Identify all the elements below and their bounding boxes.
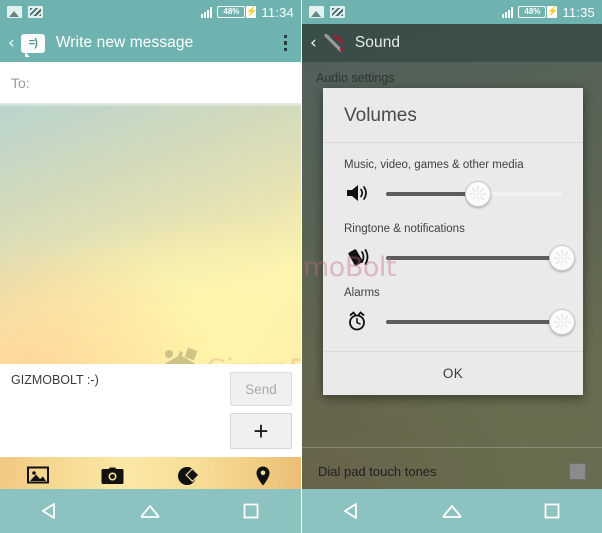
volume-group-ringtone: Ringtone & notifications bbox=[323, 217, 583, 281]
clock-label: 11:34 bbox=[261, 4, 294, 20]
status-bar-system: 48% ⚡ 11:34 bbox=[201, 5, 294, 20]
nav-home-button[interactable] bbox=[100, 489, 200, 533]
signal-icon bbox=[502, 6, 514, 18]
setting-row-label: Dial pad touch tones bbox=[318, 463, 437, 479]
alarms-volume-slider[interactable] bbox=[386, 309, 575, 335]
back-chevron-icon[interactable]: ‹ bbox=[310, 34, 317, 52]
section-header-audio-settings: Audio settings bbox=[316, 71, 395, 85]
alarm-clock-icon bbox=[344, 309, 374, 335]
nav-back-button[interactable] bbox=[302, 489, 402, 533]
volume-label-alarms: Alarms bbox=[344, 287, 380, 299]
charging-bolt-icon: ⚡ bbox=[246, 6, 258, 18]
battery-charging-icon: 48% ⚡ bbox=[217, 6, 258, 18]
dialog-footer: OK bbox=[323, 351, 583, 395]
volume-row-media bbox=[344, 175, 562, 213]
messaging-icon bbox=[28, 6, 43, 18]
settings-list: Audio settings bbox=[302, 62, 602, 85]
volume-group-alarms: Alarms bbox=[323, 281, 583, 345]
screenshot-icon bbox=[7, 6, 22, 18]
status-bar-system: 48% ⚡ 11:35 bbox=[502, 5, 595, 20]
back-chevron-icon[interactable]: ‹ bbox=[8, 34, 15, 52]
vibrate-ring-icon bbox=[344, 245, 374, 271]
volume-group-media: Music, video, games & other media bbox=[323, 153, 583, 217]
volume-label-media: Music, video, games & other media bbox=[344, 159, 524, 171]
slider-thumb[interactable] bbox=[549, 245, 575, 271]
status-bar-notifications bbox=[7, 6, 43, 18]
right-phone-screen: 48% ⚡ 11:35 ‹ Sound Audio settings Dial … bbox=[301, 0, 602, 533]
app-bar: ‹ Sound bbox=[302, 24, 602, 62]
status-bar-notifications bbox=[309, 6, 345, 18]
speaker-icon bbox=[344, 181, 374, 207]
compose-area: GIZMOBOLT :-) Send + bbox=[0, 364, 301, 457]
dialog-body: Music, video, games & other media Ringto… bbox=[323, 143, 583, 351]
screenshot-icon bbox=[309, 6, 324, 18]
slider-thumb[interactable] bbox=[464, 181, 491, 207]
overflow-menu-icon[interactable] bbox=[278, 31, 294, 56]
settings-tools-icon bbox=[323, 33, 345, 53]
message-app-icon: =) bbox=[20, 33, 45, 57]
volumes-dialog: Volumes Music, video, games & other medi… bbox=[323, 88, 583, 395]
battery-percent-label: 48% bbox=[518, 6, 547, 18]
slider-thumb[interactable] bbox=[549, 309, 575, 335]
dual-screenshot-container: 48% ⚡ 11:34 ‹ =) Write new message To: G… bbox=[0, 0, 602, 533]
status-bar: 48% ⚡ 11:34 bbox=[0, 0, 301, 24]
ok-button[interactable]: OK bbox=[443, 366, 463, 381]
slider-fill bbox=[386, 320, 562, 324]
nav-home-button[interactable] bbox=[402, 489, 502, 533]
add-attachment-button[interactable]: + bbox=[230, 413, 292, 449]
volume-label-ringtone: Ringtone & notifications bbox=[344, 223, 465, 235]
media-volume-slider[interactable] bbox=[386, 181, 562, 207]
messaging-icon bbox=[330, 6, 345, 18]
dialog-title: Volumes bbox=[323, 88, 583, 143]
battery-charging-icon: 48% ⚡ bbox=[518, 6, 559, 18]
recipient-label: To: bbox=[11, 74, 30, 91]
slider-fill bbox=[386, 256, 562, 260]
message-background-canvas: G GizmoBolt bbox=[0, 104, 301, 391]
setting-row-dial-pad-touch-tones[interactable]: Dial pad touch tones bbox=[302, 448, 602, 494]
page-title: Sound bbox=[354, 34, 401, 51]
slider-fill bbox=[386, 192, 478, 196]
send-button[interactable]: Send bbox=[230, 372, 292, 406]
volume-row-ringtone bbox=[344, 239, 575, 277]
navigation-bar bbox=[0, 489, 301, 533]
left-phone-screen: 48% ⚡ 11:34 ‹ =) Write new message To: G… bbox=[0, 0, 301, 533]
ringtone-volume-slider[interactable] bbox=[386, 245, 575, 271]
signal-icon bbox=[201, 6, 213, 18]
charging-bolt-icon: ⚡ bbox=[547, 6, 559, 18]
nav-recents-button[interactable] bbox=[201, 489, 301, 533]
navigation-bar bbox=[302, 489, 602, 533]
battery-percent-label: 48% bbox=[217, 6, 246, 18]
nav-recents-button[interactable] bbox=[502, 489, 602, 533]
app-bar: ‹ =) Write new message bbox=[0, 24, 301, 62]
clock-label: 11:35 bbox=[562, 4, 595, 20]
canvas-top-divider bbox=[0, 104, 301, 106]
page-title: Write new message bbox=[55, 34, 194, 51]
dial-pad-tones-checkbox[interactable] bbox=[569, 462, 586, 480]
status-bar: 48% ⚡ 11:35 bbox=[302, 0, 602, 24]
volume-row-alarms bbox=[344, 303, 575, 341]
nav-back-button[interactable] bbox=[0, 489, 100, 533]
recipient-field[interactable]: To: bbox=[0, 62, 301, 104]
